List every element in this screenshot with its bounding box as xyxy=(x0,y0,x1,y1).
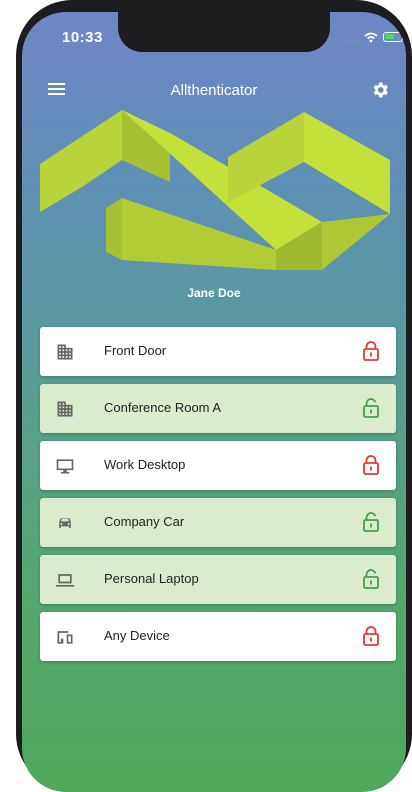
app-logo xyxy=(40,110,390,270)
device-label: Any Device xyxy=(104,628,170,643)
device-label: Company Car xyxy=(104,514,185,529)
device-label: Conference Room A xyxy=(104,400,222,415)
signal-dots: .... xyxy=(342,30,360,44)
notch xyxy=(118,12,330,52)
lock-closed-icon[interactable] xyxy=(362,341,380,361)
gear-icon[interactable] xyxy=(370,80,390,100)
device-item-front-door[interactable]: Front Door xyxy=(40,327,396,376)
device-label: Work Desktop xyxy=(104,457,186,472)
battery-icon xyxy=(383,32,404,42)
desktop-icon xyxy=(56,459,74,474)
device-item-personal-laptop[interactable]: Personal Laptop xyxy=(40,555,396,604)
device-item-work-desktop[interactable]: Work Desktop xyxy=(40,441,396,490)
lock-closed-icon[interactable] xyxy=(362,455,380,475)
lock-open-icon[interactable] xyxy=(362,569,380,589)
device-item-company-car[interactable]: Company Car xyxy=(40,498,396,547)
device-item-conference-room-a[interactable]: Conference Room A xyxy=(40,384,396,433)
user-name: Jane Doe xyxy=(187,286,241,300)
device-list: Front Door Conference Room A Work Deskto… xyxy=(40,327,396,669)
wifi-icon xyxy=(364,32,378,42)
device-item-any-device[interactable]: Any Device xyxy=(40,612,396,661)
device-label: Personal Laptop xyxy=(104,571,199,586)
building-icon xyxy=(57,401,73,417)
app-screen: 10:33 .... Allthenticator Jane Doe Front… xyxy=(22,12,406,792)
app-bar: Allthenticator xyxy=(22,74,406,114)
status-icons: .... xyxy=(342,30,404,44)
lock-open-icon[interactable] xyxy=(362,398,380,418)
app-title: Allthenticator xyxy=(170,82,258,99)
devices-icon xyxy=(57,631,73,644)
laptop-icon xyxy=(55,574,75,587)
lock-open-icon[interactable] xyxy=(362,512,380,532)
building-icon xyxy=(57,344,73,360)
lock-closed-icon[interactable] xyxy=(362,626,380,646)
status-time: 10:33 xyxy=(62,29,103,46)
car-icon xyxy=(59,518,71,528)
device-label: Front Door xyxy=(104,343,167,358)
